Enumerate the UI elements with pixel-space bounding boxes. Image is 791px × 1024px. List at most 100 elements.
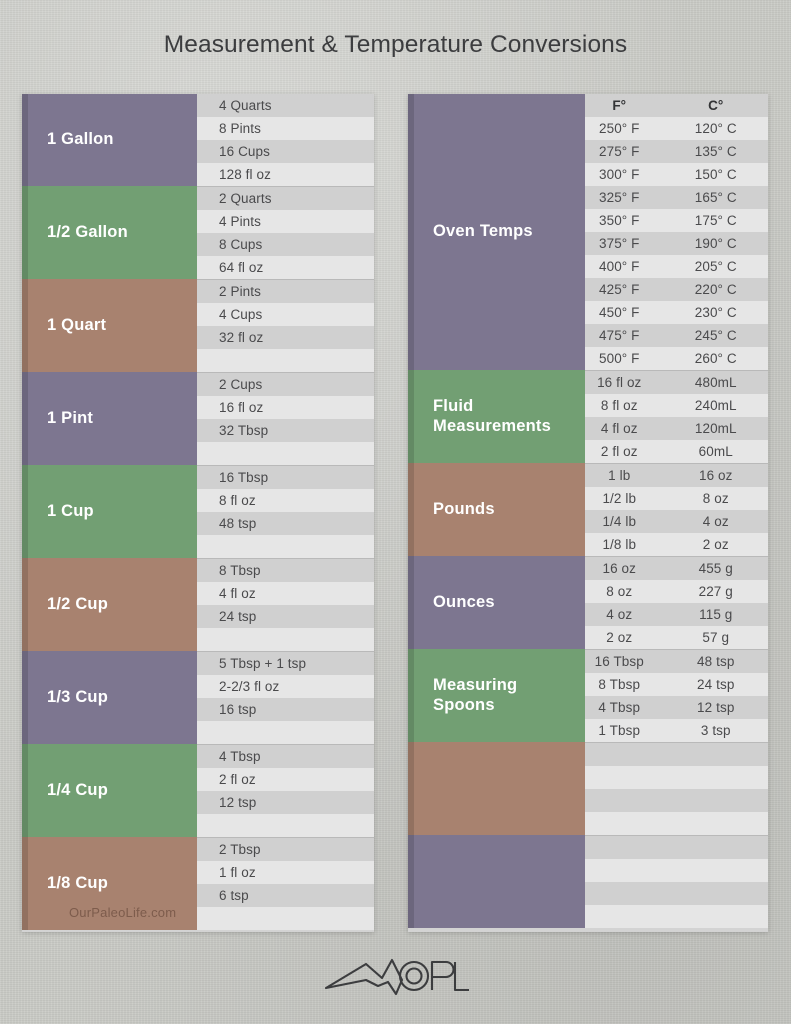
group-label-text: 1 Pint (47, 408, 94, 427)
table-row: 16 Cups (197, 140, 374, 163)
conversion-group-1-quart: 1 Quart 2 Pints 4 Cups 32 fl oz (22, 279, 374, 372)
conversion-value-from: 4 fl oz (600, 421, 638, 436)
group-rows: 5 Tbsp + 1 tsp 2-2/3 fl oz 16 tsp (197, 651, 374, 744)
conversion-value: 2 Tbsp (219, 842, 261, 857)
table-row (585, 789, 768, 812)
conversion-value-from: 425° F (598, 282, 640, 297)
table-row: 32 fl oz (197, 326, 374, 349)
conversion-value: 4 Pints (219, 214, 261, 229)
group-label-1-quart: 1 Quart (22, 279, 197, 372)
group-label-text: 1 Cup (47, 501, 94, 520)
conversion-value: 24 tsp (219, 609, 257, 624)
conversion-value: 8 Tbsp (219, 563, 261, 578)
conversion-group-fluid-measurements: Fluid Measurements 16 fl oz 480mL 8 fl oz 24… (408, 370, 768, 463)
conversion-value-to: 227 g (698, 584, 733, 599)
conversion-value-from: 2 oz (606, 630, 633, 645)
conversion-value-from: 1 lb (608, 468, 631, 483)
group-label-1-2-gallon: 1/2 Gallon (22, 186, 197, 279)
group-rows: 16 oz 455 g 8 oz 227 g 4 oz 115 g 2 oz 57 g (585, 556, 768, 649)
group-label-text: 1/8 Cup (47, 873, 108, 892)
table-row: 12 tsp (197, 791, 374, 814)
group-rows: 2 Quarts 4 Pints 8 Cups 64 fl oz (197, 186, 374, 279)
conversion-value-to: 8 oz (702, 491, 729, 506)
conversion-value-to: 205° C (694, 259, 737, 274)
table-row: 16 Tbsp 48 tsp (585, 650, 768, 673)
conversion-value: 4 Cups (219, 307, 263, 322)
group-rows: 16 Tbsp 8 fl oz 48 tsp (197, 465, 374, 558)
table-row: 250° F 120° C (585, 117, 768, 140)
group-label-text: Fluid Measurements (433, 397, 551, 435)
conversion-value-to: 240mL (694, 398, 737, 413)
table-row (585, 743, 768, 766)
conversion-value-from: 4 oz (606, 607, 633, 622)
conversion-value-from: 8 fl oz (600, 398, 638, 413)
conversion-value: 2 Quarts (219, 191, 272, 206)
conversion-value-to: 165° C (694, 190, 737, 205)
table-row (197, 814, 374, 837)
conversion-value-to: 120mL (694, 421, 737, 436)
table-row: 64 fl oz (197, 256, 374, 279)
table-row: 425° F 220° C (585, 278, 768, 301)
conversion-value: 16 Cups (219, 144, 270, 159)
table-row: 8 oz 227 g (585, 580, 768, 603)
group-label-text: Measuring Spoons (433, 676, 518, 714)
conversion-group-1-gallon: 1 Gallon 4 Quarts 8 Pints 16 Cups 128 fl oz (22, 94, 374, 186)
group-label-blank (408, 742, 585, 835)
conversion-value-to: 175° C (694, 213, 737, 228)
table-row: 375° F 190° C (585, 232, 768, 255)
table-row: 48 tsp (197, 512, 374, 535)
conversion-group-1-2-cup: 1/2 Cup 8 Tbsp 4 fl oz 24 tsp (22, 558, 374, 651)
table-row: 32 Tbsp (197, 419, 374, 442)
table-row: 4 Tbsp 12 tsp (585, 696, 768, 719)
table-row: 6 tsp (197, 884, 374, 907)
conversion-value-to: 3 tsp (700, 723, 731, 738)
conversion-value: 2 fl oz (219, 772, 256, 787)
group-label-1-pint: 1 Pint (22, 372, 197, 465)
conversion-value: 4 fl oz (219, 586, 256, 601)
conversion-value-to: 57 g (702, 630, 730, 645)
group-rows: 16 Tbsp 48 tsp 8 Tbsp 24 tsp 4 Tbsp 12 tsp 1 T… (585, 649, 768, 742)
conversion-value-from: 1/2 lb (602, 491, 637, 506)
conversion-value: 6 tsp (219, 888, 249, 903)
table-row (197, 349, 374, 372)
column-header: C° (708, 98, 724, 113)
conversion-value: 8 fl oz (219, 493, 256, 508)
conversion-value-from: 8 oz (606, 584, 633, 599)
conversion-value-from: 2 fl oz (600, 444, 638, 459)
group-label-fluid-measurements: Fluid Measurements (408, 370, 585, 463)
conversion-value: 4 Tbsp (219, 749, 261, 764)
conversion-value-to: 230° C (694, 305, 737, 320)
conversion-value-from: 1/4 lb (602, 514, 637, 529)
conversion-value: 32 fl oz (219, 330, 264, 345)
conversion-value-from: 16 fl oz (597, 375, 642, 390)
table-row (197, 442, 374, 465)
group-rows: 16 fl oz 480mL 8 fl oz 240mL 4 fl oz 120mL 2 f… (585, 370, 768, 463)
conversion-value-from: 1 Tbsp (598, 723, 641, 738)
table-row: 300° F 150° C (585, 163, 768, 186)
group-label-1-cup: 1 Cup (22, 465, 197, 558)
conversion-value-from: 4 Tbsp (598, 700, 641, 715)
table-row: 2-2/3 fl oz (197, 675, 374, 698)
conversion-value: 8 Cups (219, 237, 263, 252)
table-row: 5 Tbsp + 1 tsp (197, 652, 374, 675)
conversion-group-1-cup: 1 Cup 16 Tbsp 8 fl oz 48 tsp (22, 465, 374, 558)
conversion-value-from: 16 oz (602, 561, 637, 576)
conversion-value-from: 450° F (598, 305, 640, 320)
conversion-value-to: 4 oz (702, 514, 729, 529)
table-row: 16 oz 455 g (585, 557, 768, 580)
group-label-1-8-cup: 1/8 Cup OurPaleoLife.com (22, 837, 197, 930)
table-row (197, 721, 374, 744)
table-row: 4 oz 115 g (585, 603, 768, 626)
conversion-group-1-3-cup: 1/3 Cup 5 Tbsp + 1 tsp 2-2/3 fl oz 16 tsp (22, 651, 374, 744)
conversion-group-1-pint: 1 Pint 2 Cups 16 fl oz 32 Tbsp (22, 372, 374, 465)
conversion-value-to: 150° C (694, 167, 737, 182)
table-row (585, 836, 768, 859)
table-row: 8 Cups (197, 233, 374, 256)
group-label-text: 1/3 Cup (47, 687, 108, 706)
page-title: Measurement & Temperature Conversions (163, 31, 628, 58)
conversion-group-pounds: Pounds 1 lb 16 oz 1/2 lb 8 oz 1/4 lb 4 oz 1/8 l… (408, 463, 768, 556)
table-row: 500° F 260° C (585, 347, 768, 370)
conversion-group-blank (408, 835, 768, 928)
table-row: 1/2 lb 8 oz (585, 487, 768, 510)
table-row: 4 Quarts (197, 94, 374, 117)
